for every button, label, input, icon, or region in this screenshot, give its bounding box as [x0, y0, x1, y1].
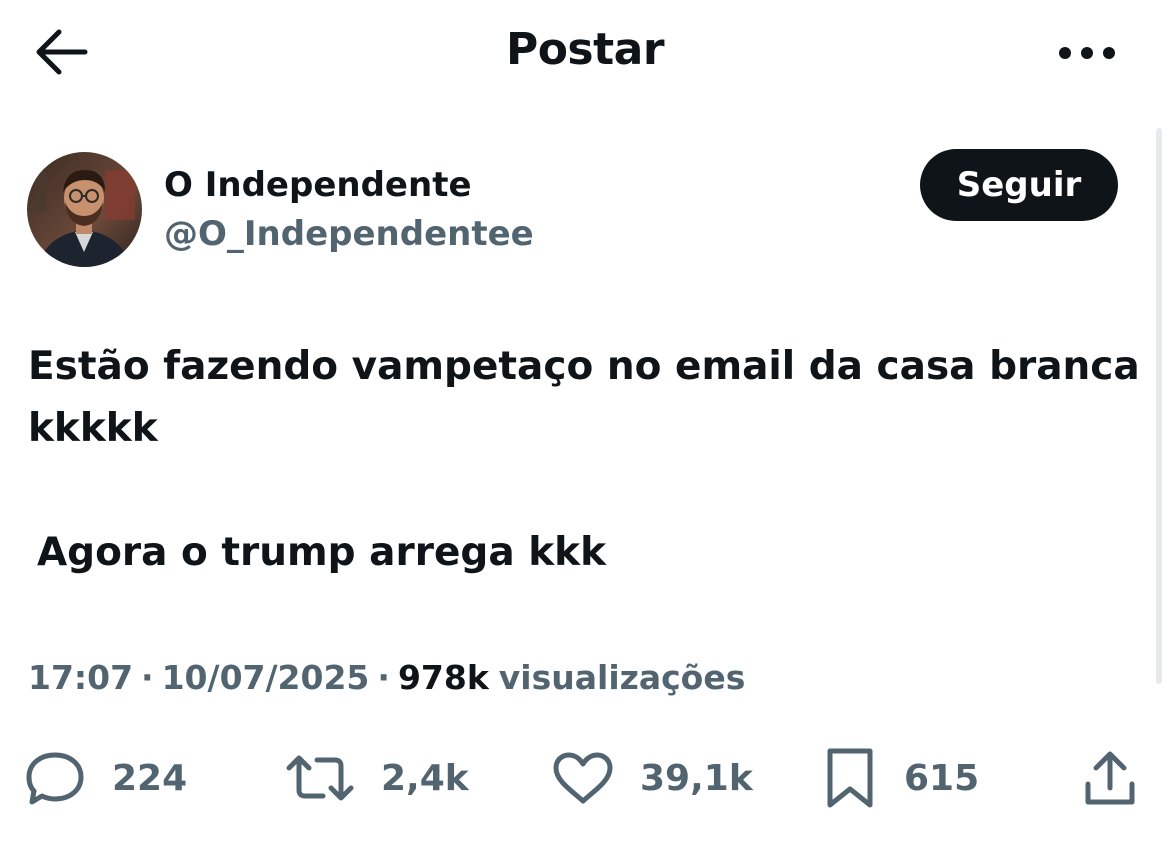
share-icon [1085, 751, 1135, 805]
follow-button[interactable]: Seguir [920, 149, 1118, 221]
post-text-line-3: Agora o trump arrega kkk [37, 530, 607, 575]
views-count: 978k [397, 658, 489, 697]
bookmark-icon [827, 748, 873, 808]
reply-button[interactable]: 224 [24, 742, 187, 814]
repost-count: 2,4k [381, 757, 469, 799]
post-text-line-2: kkkkk [28, 406, 158, 451]
author-handle[interactable]: @O_Independentee [164, 214, 534, 254]
bookmark-count: 615 [904, 757, 980, 799]
reply-count: 224 [112, 757, 188, 799]
post-text-line-1: Estão fazendo vampetaço no email da casa… [28, 344, 1140, 389]
page-title: Postar [505, 24, 665, 75]
share-button[interactable] [1080, 742, 1140, 814]
avatar[interactable] [27, 152, 142, 267]
views-label: visualizações [498, 658, 746, 697]
meta-separator: · [141, 658, 154, 697]
more-options-button[interactable] [1050, 26, 1124, 80]
reply-icon [26, 752, 84, 805]
like-button[interactable]: 39,1k [552, 742, 753, 814]
post-time[interactable]: 17:07 [28, 658, 133, 697]
repost-button[interactable]: 2,4k [285, 742, 469, 814]
avatar-photo [27, 152, 142, 267]
meta-separator: · [377, 658, 390, 697]
post-meta: 17:07 · 10/07/2025 · 978k visualizações [28, 658, 745, 697]
repost-icon [286, 755, 354, 801]
heart-icon [553, 752, 613, 804]
like-count: 39,1k [640, 757, 753, 799]
post-date[interactable]: 10/07/2025 [162, 658, 370, 697]
author-display-name[interactable]: O Independente [164, 165, 472, 205]
more-horizontal-icon [1059, 47, 1115, 59]
scrollbar[interactable] [1156, 128, 1162, 684]
bookmark-button[interactable]: 615 [822, 742, 979, 814]
